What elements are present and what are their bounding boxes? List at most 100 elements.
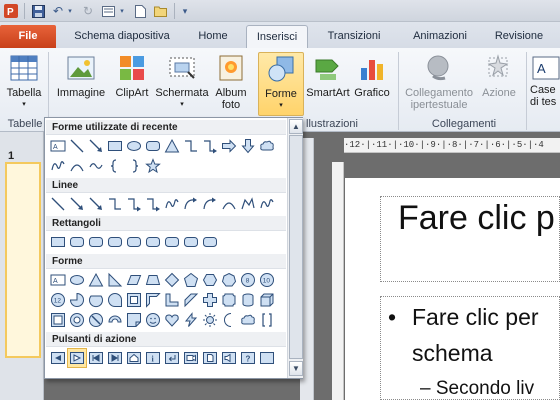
grafico-button[interactable]: Grafico (351, 52, 393, 99)
action-button-document-icon[interactable] (201, 349, 219, 367)
textbox-shape-icon[interactable]: A (49, 271, 67, 289)
right-brace-shape-icon[interactable] (125, 157, 143, 175)
customize-qat-icon[interactable]: ▾ (179, 3, 191, 19)
arc-shape-icon[interactable] (68, 157, 86, 175)
clipart-button[interactable]: ClipArt (110, 52, 154, 99)
decagon-shape-icon[interactable]: 10 (258, 271, 276, 289)
arrow-shape-icon[interactable] (68, 195, 86, 213)
action-button-back-icon[interactable] (49, 349, 67, 367)
donut-shape-icon[interactable] (68, 311, 86, 329)
textbox-shape-icon[interactable]: A (49, 137, 67, 155)
l-shape-icon[interactable] (163, 291, 181, 309)
half-frame-shape-icon[interactable] (144, 291, 162, 309)
rounded-rectangle-shape-icon[interactable] (68, 233, 86, 251)
snip-diagonal-rectangle-shape-icon[interactable] (125, 233, 143, 251)
curved-arrow-connector-shape-icon[interactable] (182, 195, 200, 213)
undo-dropdown-icon[interactable]: ▾ (66, 3, 74, 19)
oval-shape-icon[interactable] (68, 271, 86, 289)
elbow-double-arrow-connector-shape-icon[interactable] (144, 195, 162, 213)
curved-double-arrow-connector-shape-icon[interactable] (201, 195, 219, 213)
album-foto-button[interactable]: Album foto (210, 52, 252, 111)
moon-shape-icon[interactable] (220, 311, 238, 329)
wave-shape-icon[interactable] (87, 157, 105, 175)
forme-button[interactable]: Forme ▾ (258, 52, 304, 116)
snip-same-side-rectangle-shape-icon[interactable] (106, 233, 124, 251)
action-button-sound-icon[interactable] (220, 349, 238, 367)
chord-shape-icon[interactable] (87, 291, 105, 309)
action-button-custom-icon[interactable] (258, 349, 276, 367)
action-button-home-icon[interactable] (125, 349, 143, 367)
round-diagonal-rectangle-shape-icon[interactable] (201, 233, 219, 251)
tab-revisione[interactable]: Revisione (486, 25, 552, 48)
powerpoint-logo-icon[interactable]: P (3, 3, 19, 19)
frame-shape-icon[interactable] (125, 291, 143, 309)
cloud-shape-icon[interactable] (239, 311, 257, 329)
pentagon-shape-icon[interactable] (182, 271, 200, 289)
bevel-shape-icon[interactable] (49, 311, 67, 329)
left-brace-shape-icon[interactable] (106, 157, 124, 175)
triangle-shape-icon[interactable] (87, 271, 105, 289)
teardrop-shape-icon[interactable] (106, 291, 124, 309)
right-triangle-shape-icon[interactable] (106, 271, 124, 289)
octagon-shape-icon[interactable]: 8 (239, 271, 257, 289)
tab-animazioni[interactable]: Animazioni (400, 25, 480, 48)
down-arrow-shape-icon[interactable] (239, 137, 257, 155)
oval-shape-icon[interactable] (125, 137, 143, 155)
double-arrow-shape-icon[interactable] (87, 195, 105, 213)
scrollbar-thumb[interactable] (289, 135, 303, 359)
schermata-button[interactable]: Schermata ▾ (154, 52, 210, 111)
immagine-button[interactable]: Immagine (54, 52, 108, 99)
elbow-arrow-connector-shape-icon[interactable] (125, 195, 143, 213)
pie-shape-icon[interactable] (68, 291, 86, 309)
trapezoid-shape-icon[interactable] (144, 271, 162, 289)
action-button-beginning-icon[interactable] (87, 349, 105, 367)
layout-icon[interactable] (100, 3, 116, 19)
tab-schema-diapositiva[interactable]: Schema diapositiva (63, 25, 181, 48)
arrow-shape-icon[interactable] (87, 137, 105, 155)
curve-shape-icon[interactable] (220, 195, 238, 213)
callout-shape-icon[interactable] (258, 137, 276, 155)
right-arrow-shape-icon[interactable] (220, 137, 238, 155)
diagonal-stripe-shape-icon[interactable] (182, 291, 200, 309)
action-button-help-icon[interactable]: ? (239, 349, 257, 367)
casella-di-testo-button[interactable]: A Case di tes (530, 52, 560, 108)
scroll-up-button[interactable]: ▲ (289, 119, 303, 134)
save-icon[interactable] (30, 3, 46, 19)
elbow-arrow-connector-shape-icon[interactable] (201, 137, 219, 155)
action-button-forward-icon[interactable] (67, 348, 87, 368)
action-button-information-icon[interactable]: i (144, 349, 162, 367)
redo-icon[interactable]: ↻ (80, 3, 96, 19)
can-shape-icon[interactable] (239, 291, 257, 309)
block-arc-shape-icon[interactable] (106, 311, 124, 329)
cube-shape-icon[interactable] (258, 291, 276, 309)
no-symbol-shape-icon[interactable] (87, 311, 105, 329)
smiley-face-shape-icon[interactable] (144, 311, 162, 329)
hexagon-shape-icon[interactable] (201, 271, 219, 289)
heart-shape-icon[interactable] (163, 311, 181, 329)
tab-transizioni[interactable]: Transizioni (313, 25, 395, 48)
action-button-end-icon[interactable] (106, 349, 124, 367)
rounded-rectangle-shape-icon[interactable] (144, 137, 162, 155)
layout-dropdown-icon[interactable]: ▾ (118, 3, 126, 19)
rectangle-shape-icon[interactable] (106, 137, 124, 155)
line-shape-icon[interactable] (68, 137, 86, 155)
tab-inserisci[interactable]: Inserisci (246, 25, 308, 48)
action-button-movie-icon[interactable] (182, 349, 200, 367)
gallery-scrollbar[interactable]: ▲ ▼ (287, 118, 303, 378)
scribble-shape-icon[interactable] (258, 195, 276, 213)
round-same-side-rectangle-shape-icon[interactable] (182, 233, 200, 251)
curved-connector-shape-icon[interactable] (163, 195, 181, 213)
cross-shape-icon[interactable] (201, 291, 219, 309)
curved-connector-shape-icon[interactable] (49, 157, 67, 175)
round-single-corner-rectangle-shape-icon[interactable] (163, 233, 181, 251)
parallelogram-shape-icon[interactable] (125, 271, 143, 289)
new-icon[interactable] (132, 3, 148, 19)
triangle-shape-icon[interactable] (163, 137, 181, 155)
heptagon-shape-icon[interactable] (220, 271, 238, 289)
scroll-down-button[interactable]: ▼ (289, 361, 303, 376)
line-shape-icon[interactable] (49, 195, 67, 213)
tabella-button[interactable]: Tabella ▾ (2, 52, 46, 111)
diamond-shape-icon[interactable] (163, 271, 181, 289)
tab-home[interactable]: Home (187, 25, 239, 48)
star-shape-icon[interactable] (144, 157, 162, 175)
